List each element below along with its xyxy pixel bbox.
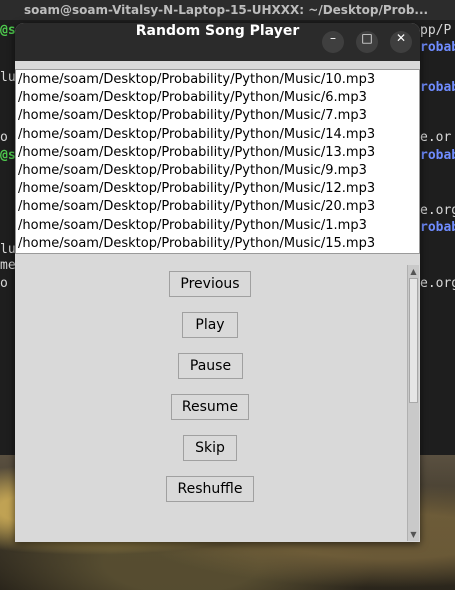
terminal-titlebar: soam@soam-Vitalsy-N-Laptop-15-UHXXX: ~/D…	[0, 0, 455, 20]
maximize-button[interactable]: □	[356, 31, 378, 53]
list-item[interactable]: /home/soam/Desktop/Probability/Python/Mu…	[16, 218, 419, 236]
resume-button[interactable]: Resume	[171, 394, 249, 420]
skip-button[interactable]: Skip	[183, 435, 237, 461]
playlist-listbox[interactable]: /home/soam/Desktop/Probability/Python/Mu…	[15, 69, 420, 254]
reshuffle-button[interactable]: Reshuffle	[166, 476, 254, 502]
terminal-text: o	[0, 130, 8, 145]
terminal-text: o	[0, 276, 8, 291]
scroll-down-icon[interactable]: ▼	[408, 529, 419, 540]
play-button[interactable]: Play	[182, 312, 238, 338]
terminal-text: robab	[420, 80, 455, 95]
terminal-text: e.org	[420, 276, 455, 291]
list-item[interactable]: /home/soam/Desktop/Probability/Python/Mu…	[16, 163, 419, 181]
app-window: Random Song Player – □ ✕ /home/soam/Desk…	[15, 23, 420, 542]
terminal-text: robab	[420, 40, 455, 55]
terminal-text: @s	[0, 148, 16, 163]
previous-button[interactable]: Previous	[169, 271, 251, 297]
minimize-button[interactable]: –	[322, 31, 344, 53]
terminal-text: e.or	[420, 130, 452, 145]
list-item[interactable]: /home/soam/Desktop/Probability/Python/Mu…	[16, 236, 419, 253]
list-item[interactable]: /home/soam/Desktop/Probability/Python/Mu…	[16, 199, 419, 217]
terminal-text: robab	[420, 220, 455, 235]
list-item[interactable]: /home/soam/Desktop/Probability/Python/Mu…	[16, 72, 419, 90]
list-item[interactable]: /home/soam/Desktop/Probability/Python/Mu…	[16, 145, 419, 163]
terminal-text: @s	[0, 23, 16, 38]
list-item[interactable]: /home/soam/Desktop/Probability/Python/Mu…	[16, 108, 419, 126]
terminal-text: robab	[420, 148, 455, 163]
list-item[interactable]: /home/soam/Desktop/Probability/Python/Mu…	[16, 90, 419, 108]
window-titlebar[interactable]: Random Song Player – □ ✕	[15, 23, 420, 61]
vertical-scrollbar[interactable]: ▲ ▼	[407, 265, 419, 541]
terminal-title: soam@soam-Vitalsy-N-Laptop-15-UHXXX: ~/D…	[24, 3, 429, 17]
terminal-text: me	[0, 258, 16, 273]
scrollbar-thumb[interactable]	[409, 278, 418, 403]
list-item[interactable]: /home/soam/Desktop/Probability/Python/Mu…	[16, 181, 419, 199]
terminal-text: e.org	[420, 203, 455, 218]
scroll-up-icon[interactable]: ▲	[408, 266, 419, 277]
terminal-text: pp/P	[420, 23, 452, 38]
close-button[interactable]: ✕	[390, 31, 412, 53]
list-item[interactable]: /home/soam/Desktop/Probability/Python/Mu…	[16, 127, 419, 145]
pause-button[interactable]: Pause	[178, 353, 243, 379]
